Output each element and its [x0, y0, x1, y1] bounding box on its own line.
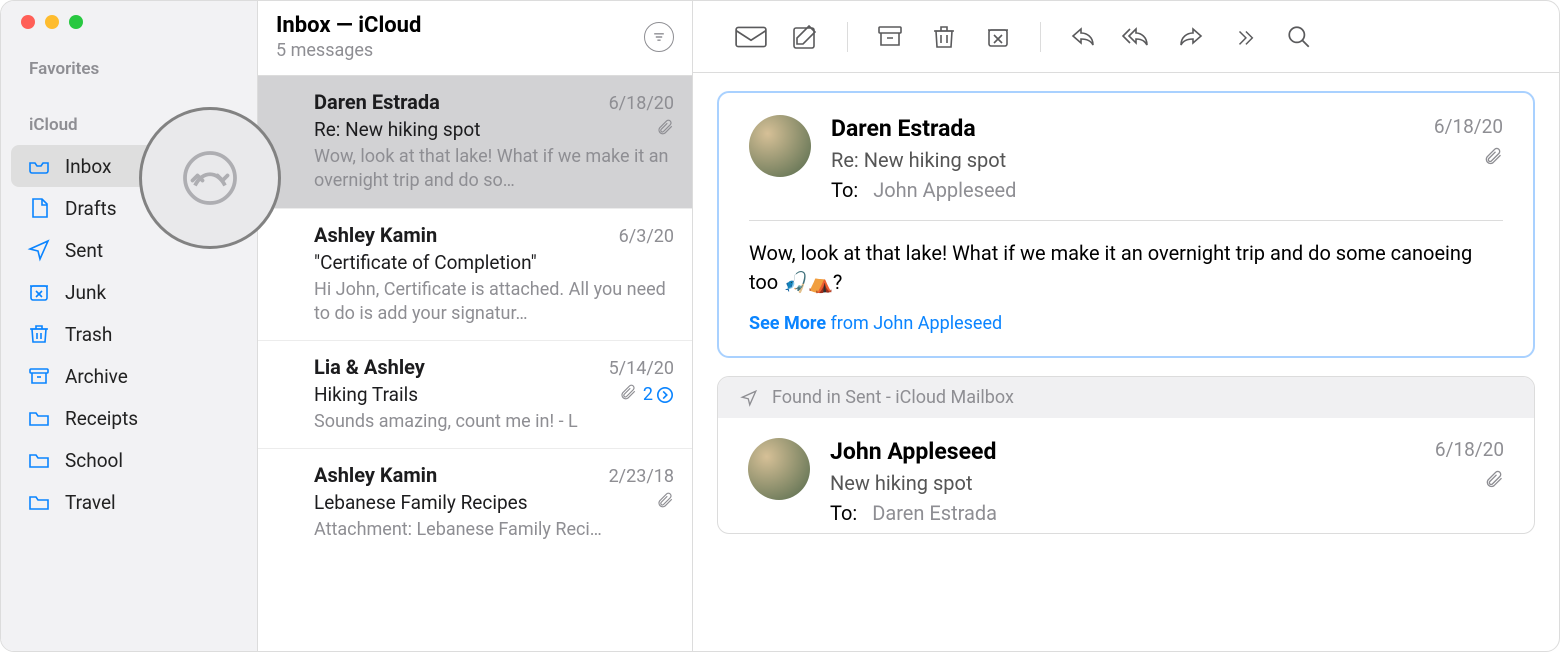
detail-subject: Re: New hiking spot: [831, 148, 1414, 172]
message-subject: Lebanese Family Recipes: [314, 491, 528, 514]
toolbar-separator: [847, 22, 848, 52]
paperclip-icon: [619, 383, 637, 406]
sidebar-item-label: School: [65, 449, 123, 472]
message-date: 6/18/20: [609, 93, 674, 114]
message-preview: Sounds amazing, count me in! - L: [314, 410, 674, 434]
message-card-secondary: Found in Sent - iCloud Mailbox John Appl…: [717, 376, 1535, 534]
mailbox-subtitle: 5 messages: [276, 40, 421, 61]
sent-icon: [27, 238, 51, 262]
delete-button[interactable]: [926, 19, 962, 55]
drafts-icon: [27, 196, 51, 220]
paperclip-icon: [1434, 146, 1503, 170]
detail-from: John Appleseed: [830, 438, 1415, 465]
toolbar-separator: [1040, 22, 1041, 52]
thread-count-badge[interactable]: 2: [643, 384, 674, 405]
favorites-section-label: Favorites: [1, 53, 257, 89]
sidebar-item-label: Receipts: [65, 407, 138, 430]
sidebar-item-trash[interactable]: Trash: [11, 313, 247, 355]
maximize-button[interactable]: [69, 15, 83, 29]
compose-button[interactable]: [787, 19, 823, 55]
folder-icon: [27, 406, 51, 430]
detail-to-label: To:: [831, 178, 858, 202]
reply-all-button[interactable]: [1119, 19, 1155, 55]
message-list-pane: Inbox — iCloud 5 messages Daren Estrada …: [257, 1, 693, 651]
message-sender: Daren Estrada: [314, 90, 440, 114]
message-preview: Wow, look at that lake! What if we make …: [314, 145, 674, 194]
message-list-header: Inbox — iCloud 5 messages: [258, 1, 692, 76]
sidebar-item-label: Travel: [65, 491, 116, 514]
message-row[interactable]: Ashley Kamin 2/23/18 Lebanese Family Rec…: [258, 449, 692, 556]
sidebar-item-travel[interactable]: Travel: [11, 481, 247, 523]
trash-icon: [27, 322, 51, 346]
minimize-button[interactable]: [45, 15, 59, 29]
mail-window: Favorites iCloud Inbox Drafts Sent Junk …: [0, 0, 1560, 652]
handoff-highlight: [139, 107, 281, 249]
see-more-link[interactable]: See More from John Appleseed: [749, 313, 1503, 334]
filter-button[interactable]: [644, 22, 674, 52]
sidebar-item-label: Inbox: [65, 155, 111, 178]
handoff-icon: [180, 148, 240, 208]
junk-button[interactable]: [980, 19, 1016, 55]
message-row[interactable]: Daren Estrada 6/18/20 Re: New hiking spo…: [258, 76, 692, 209]
message-sender: Ashley Kamin: [314, 463, 437, 487]
message-subject: Re: New hiking spot: [314, 118, 480, 141]
sidebar-item-label: Junk: [65, 281, 106, 304]
archive-icon: [27, 364, 51, 388]
message-preview: Hi John, Certificate is attached. All yo…: [314, 278, 674, 327]
detail-to-label: To:: [830, 501, 857, 525]
message-subject: Hiking Trails: [314, 383, 418, 406]
message-row[interactable]: Ashley Kamin 6/3/20 "Certificate of Comp…: [258, 209, 692, 342]
paperclip-icon: [1435, 469, 1504, 493]
junk-icon: [27, 280, 51, 304]
sidebar-item-junk[interactable]: Junk: [11, 271, 247, 313]
forward-button[interactable]: [1173, 19, 1209, 55]
folder-icon: [27, 448, 51, 472]
paperclip-icon: [656, 118, 674, 141]
sidebar-item-school[interactable]: School: [11, 439, 247, 481]
sidebar-item-archive[interactable]: Archive: [11, 355, 247, 397]
detail-from: Daren Estrada: [831, 115, 1414, 142]
detail-subject: New hiking spot: [830, 471, 1415, 495]
detail-pane: Daren Estrada Re: New hiking spot To: Jo…: [693, 1, 1559, 651]
archive-button[interactable]: [872, 19, 908, 55]
message-sender: Lia & Ashley: [314, 355, 425, 379]
message-row[interactable]: Lia & Ashley 5/14/20 Hiking Trails 2 Sou…: [258, 341, 692, 449]
detail-to-value: John Appleseed: [873, 178, 1016, 202]
detail-date: 6/18/20: [1435, 438, 1504, 461]
message-body: Wow, look at that lake! What if we make …: [749, 239, 1503, 297]
sidebar-item-label: Archive: [65, 365, 128, 388]
detail-to-value: Daren Estrada: [872, 501, 997, 525]
mark-unread-button[interactable]: [733, 19, 769, 55]
paperclip-icon: [656, 491, 674, 514]
window-controls: [1, 15, 257, 53]
found-in-bar: Found in Sent - iCloud Mailbox: [718, 377, 1534, 418]
search-button[interactable]: [1281, 19, 1317, 55]
sidebar: Favorites iCloud Inbox Drafts Sent Junk …: [1, 1, 257, 651]
sidebar-item-label: Drafts: [65, 197, 117, 220]
reply-button[interactable]: [1065, 19, 1101, 55]
message-date: 2/23/18: [609, 466, 674, 487]
message-date: 6/3/20: [619, 226, 674, 247]
sidebar-item-label: Sent: [65, 239, 103, 262]
toolbar: [693, 1, 1559, 73]
sidebar-item-receipts[interactable]: Receipts: [11, 397, 247, 439]
message-subject: "Certificate of Completion": [314, 251, 537, 274]
message-preview: Attachment: Lebanese Family Reci…: [314, 518, 674, 542]
mailbox-title: Inbox — iCloud: [276, 13, 421, 38]
close-button[interactable]: [21, 15, 35, 29]
more-button[interactable]: [1227, 19, 1263, 55]
message-date: 5/14/20: [609, 358, 674, 379]
detail-date: 6/18/20: [1434, 115, 1503, 138]
sidebar-item-label: Trash: [65, 323, 112, 346]
avatar: [749, 115, 811, 177]
message-sender: Ashley Kamin: [314, 223, 437, 247]
sent-icon: [740, 389, 758, 407]
folder-icon: [27, 490, 51, 514]
message-card-primary: Daren Estrada Re: New hiking spot To: Jo…: [717, 91, 1535, 358]
inbox-icon: [27, 154, 51, 178]
avatar: [748, 438, 810, 500]
